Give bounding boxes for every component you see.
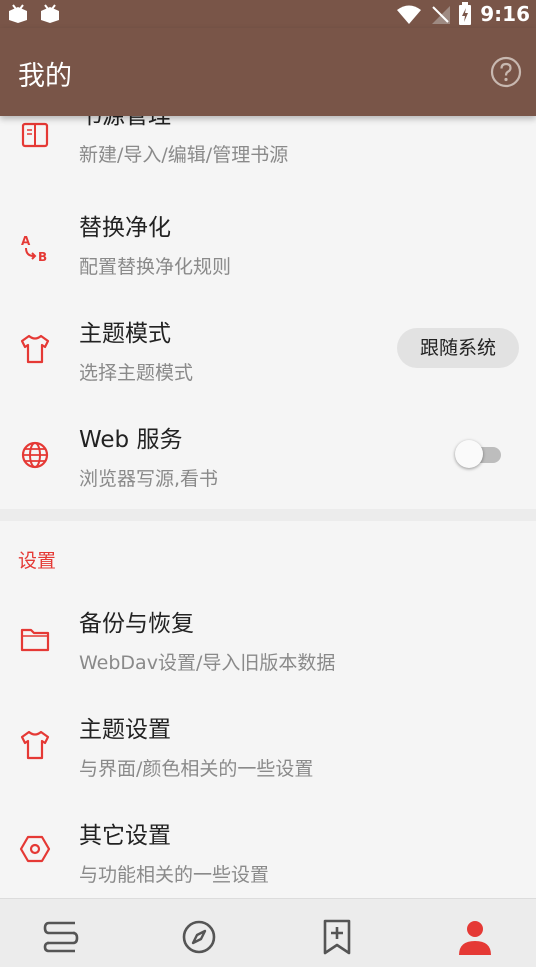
list-item-web-service[interactable]: Web 服务 浏览器写源,看书 xyxy=(0,408,536,508)
help-button[interactable] xyxy=(490,56,522,92)
list-item-replace-rules[interactable]: A B 替换净化 配置替换净化规则 xyxy=(0,196,536,300)
bottom-navigation xyxy=(0,898,536,967)
battery-charging-icon xyxy=(459,2,472,25)
list-item-theme-mode[interactable]: 主题模式 选择主题模式 跟随系统 xyxy=(0,302,536,406)
theme-mode-selector[interactable]: 跟随系统 xyxy=(397,328,519,368)
status-bar: 9:16 xyxy=(0,0,536,28)
app-notification-icon xyxy=(9,4,27,23)
hexagon-settings-icon xyxy=(19,835,51,863)
item-title: 主题设置 xyxy=(79,717,171,743)
no-signal-icon xyxy=(432,6,451,24)
toggle-thumb xyxy=(455,440,483,468)
item-title: 主题模式 xyxy=(79,321,171,347)
item-subtitle: 选择主题模式 xyxy=(79,362,194,384)
replace-icon: A B xyxy=(21,234,47,264)
folder-icon xyxy=(20,628,50,652)
item-title: 书源管理 xyxy=(79,116,171,129)
nav-my[interactable] xyxy=(455,917,495,957)
shirt-icon xyxy=(20,730,50,760)
bookshelf-icon xyxy=(43,921,79,953)
compass-icon xyxy=(182,920,216,954)
bookmark-add-icon xyxy=(323,919,351,955)
globe-icon xyxy=(21,441,49,469)
clock: 9:16 xyxy=(480,2,530,26)
notification-icons xyxy=(6,2,62,24)
nav-bookshelf[interactable] xyxy=(41,917,81,957)
page-title: 我的 xyxy=(18,61,72,92)
item-subtitle: 新建/导入/编辑/管理书源 xyxy=(79,144,289,166)
section-divider xyxy=(0,509,536,521)
item-subtitle: 浏览器写源,看书 xyxy=(79,468,219,490)
list-item-backup-restore[interactable]: 备份与恢复 WebDav设置/导入旧版本数据 xyxy=(0,594,536,698)
app-notification-icon xyxy=(41,4,59,23)
person-icon xyxy=(459,921,491,955)
item-subtitle: WebDav设置/导入旧版本数据 xyxy=(79,652,336,674)
nav-discover[interactable] xyxy=(179,917,219,957)
list-item-other-settings[interactable]: 其它设置 与功能相关的一些设置 xyxy=(0,806,536,898)
nav-rss[interactable] xyxy=(317,917,357,957)
settings-section-title: 设置 xyxy=(18,550,57,572)
item-title: Web 服务 xyxy=(79,427,183,453)
book-icon xyxy=(21,122,49,148)
web-service-toggle[interactable] xyxy=(455,439,503,469)
svg-text:A: A xyxy=(21,234,31,248)
list-item-theme-settings[interactable]: 主题设置 与界面/颜色相关的一些设置 xyxy=(0,700,536,804)
app-bar: 我的 xyxy=(0,28,536,116)
item-subtitle: 与界面/颜色相关的一些设置 xyxy=(79,758,314,780)
item-subtitle: 与功能相关的一些设置 xyxy=(79,864,270,886)
shirt-icon xyxy=(20,334,50,364)
main-content: 书源管理 新建/导入/编辑/管理书源 A B 替换净化 配置替换净化规则 主题模… xyxy=(0,116,536,898)
wifi-icon xyxy=(397,5,422,24)
item-subtitle: 配置替换净化规则 xyxy=(79,256,232,278)
item-title: 其它设置 xyxy=(79,823,171,849)
help-icon xyxy=(490,56,522,88)
list-item-book-source[interactable]: 书源管理 新建/导入/编辑/管理书源 xyxy=(0,116,536,196)
svg-text:B: B xyxy=(38,250,47,264)
item-title: 替换净化 xyxy=(79,215,171,241)
item-title: 备份与恢复 xyxy=(79,611,194,637)
